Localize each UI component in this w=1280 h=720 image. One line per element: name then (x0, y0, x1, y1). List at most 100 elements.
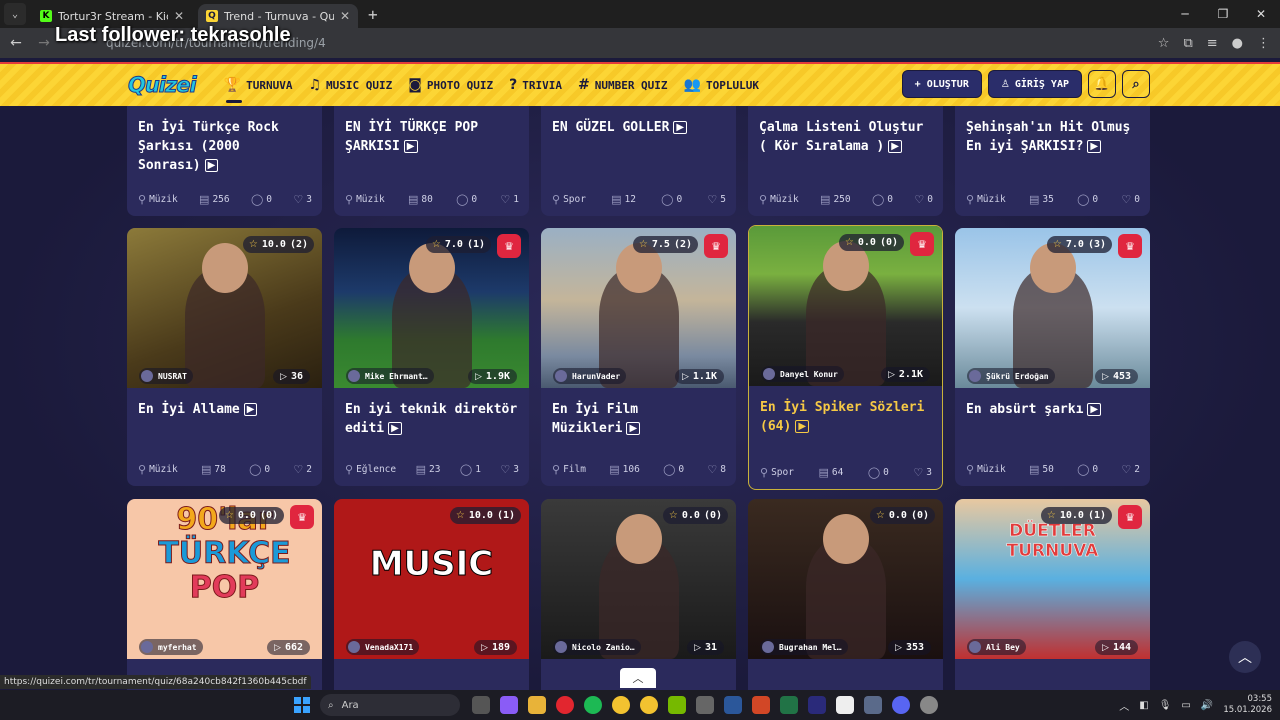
extensions-icon[interactable]: ⧉ (1183, 36, 1192, 51)
card-thumbnail[interactable]: ☆ 10.0 (2) NUSRAT ▷ 36 (127, 228, 322, 388)
card-title[interactable]: Çalma Listeni Oluştur ( Kör Sıralama ) ▶ (748, 106, 943, 156)
tournament-card[interactable]: Şehinşah'ın Hit Olmuş En iyi ŞARKISI? ▶ ⚲… (955, 106, 1150, 216)
like-count[interactable]: ♡ 3 (500, 463, 519, 476)
tournament-card[interactable]: ☆ 0.0 (0) Bugrahan Mel… ▷ 353 (748, 499, 943, 690)
card-title[interactable]: Şehinşah'ın Hit Olmuş En iyi ŞARKISI? ▶ (955, 106, 1150, 156)
taskbar-search[interactable]: ⌕ Ara (320, 694, 460, 716)
card-title[interactable]: En iyi teknik direktör editi ▶ (334, 388, 529, 438)
card-thumbnail[interactable]: ☆ 7.5 (2) ♛ HarunVader ▷ 1.1K (541, 228, 736, 388)
author-badge[interactable]: Şükrü Erdoğan (967, 368, 1055, 384)
tournament-card[interactable]: EN GÜZEL GOLLER ▶ ⚲ Spor ▤ 12 ◯ 0 ♡ 5 (541, 106, 736, 216)
author-badge[interactable]: VenadaX171 (346, 639, 420, 655)
powerpoint-icon[interactable] (752, 696, 770, 714)
like-count[interactable]: ♡ 0 (1121, 193, 1140, 206)
author-badge[interactable]: HarunVader (553, 368, 627, 384)
card-thumbnail[interactable]: ☆ 7.0 (3) ♛ Şükrü Erdoğan ▷ 453 (955, 228, 1150, 388)
card-title[interactable]: En absürt şarkı ▶ (955, 388, 1150, 419)
tournament-card[interactable]: ☆ 0.0 (0) ♛ Danyel Konur ▷ 2.1K En İyi Spik… (748, 225, 943, 490)
tournament-card[interactable]: 90'larTÜRKÇEPOP ☆0.0(0) ♛ myferhat ▷662 (127, 499, 322, 690)
file-explorer-icon[interactable] (528, 696, 546, 714)
task-view-icon[interactable] (472, 696, 490, 714)
card-thumbnail[interactable]: ☆ 0.0 (0) ♛ Danyel Konur ▷ 2.1K (749, 226, 942, 386)
nav-item-music-quiz[interactable]: ♫ MUSIC QUIZ (308, 63, 392, 107)
tournament-card[interactable]: ☆ 0.0 (0) Nicolo Zanio… ▷ 31 (541, 499, 736, 690)
nvidia-icon[interactable] (668, 696, 686, 714)
clock[interactable]: 03:55 15.01.2026 (1223, 694, 1272, 716)
tournament-card[interactable]: En İyi Türkçe Rock Şarkısı (2000 Sonrası… (127, 106, 322, 216)
forward-icon[interactable]: → (32, 35, 56, 51)
nav-item-turnuva[interactable]: 🏆 TURNUVA (224, 63, 292, 107)
mic-icon[interactable]: 🎙 (1159, 700, 1172, 711)
opera-icon[interactable] (556, 696, 574, 714)
tournament-card[interactable]: DÜETLER TURNUVA ☆ 10.0 (1) ♛ Ali Bey ▷ 144 (955, 499, 1150, 690)
create-button[interactable]: + OLUŞTUR (901, 70, 982, 98)
like-count[interactable]: ♡ 2 (293, 463, 312, 476)
volume-icon[interactable]: 🔊 (1201, 700, 1213, 711)
premiere-icon[interactable] (808, 696, 826, 714)
search-button[interactable]: ⌕ (1122, 70, 1150, 98)
network-icon[interactable]: ◧ (1139, 700, 1148, 711)
card-title[interactable]: En İyi Türkçe Rock Şarkısı (2000 Sonrası… (127, 106, 322, 175)
like-count[interactable]: ♡ 2 (1121, 463, 1140, 476)
card-title[interactable]: EN İYİ TÜRKÇE POP ŞARKISI ▶ (334, 106, 529, 156)
tournament-card[interactable]: MUSIC ☆ 10.0 (1) VenadaX171 ▷ 189 (334, 499, 529, 690)
windows-start-icon[interactable] (294, 697, 310, 713)
close-tab-icon[interactable]: ✕ (340, 9, 350, 23)
card-thumbnail[interactable]: 90'larTÜRKÇEPOP ☆0.0(0) ♛ myferhat ▷662 (127, 499, 322, 659)
card-title[interactable]: En İyi Film Müzikleri ▶ (541, 388, 736, 438)
back-icon[interactable]: ← (4, 35, 28, 51)
app-icon[interactable] (864, 696, 882, 714)
card-title[interactable]: EN GÜZEL GOLLER ▶ (541, 106, 736, 137)
menu-dots-icon[interactable]: ⋮ (1257, 36, 1270, 51)
like-count[interactable]: ♡ 8 (707, 463, 726, 476)
capcut-icon[interactable] (836, 696, 854, 714)
excel-icon[interactable] (780, 696, 798, 714)
tournament-card[interactable]: ☆ 10.0 (2) NUSRAT ▷ 36 En İyi Allame ▶ ⚲ Müzi… (127, 228, 322, 486)
scroll-to-top-button[interactable]: ︿ (1229, 641, 1261, 673)
card-thumbnail[interactable]: MUSIC ☆ 10.0 (1) VenadaX171 ▷ 189 (334, 499, 529, 659)
minimize-icon[interactable]: ─ (1166, 0, 1204, 28)
nav-item-number-quiz[interactable]: # NUMBER QUIZ (578, 63, 668, 107)
card-thumbnail[interactable]: DÜETLER TURNUVA ☆ 10.0 (1) ♛ Ali Bey ▷ 144 (955, 499, 1150, 659)
nav-item-topluluk[interactable]: 👥 TOPLULUK (684, 63, 759, 107)
new-tab-icon[interactable]: + (368, 5, 378, 24)
tournament-card[interactable]: ☆ 7.5 (2) ♛ HarunVader ▷ 1.1K En İyi Film M… (541, 228, 736, 486)
card-thumbnail[interactable]: ☆ 7.0 (1) ♛ Mike Ehrmant… ▷ 1.9K (334, 228, 529, 388)
card-title[interactable]: En İyi Spiker Sözleri (64) ▶ (749, 386, 942, 436)
tournament-card[interactable]: ☆ 7.0 (1) ♛ Mike Ehrmant… ▷ 1.9K En iyi tek… (334, 228, 529, 486)
like-count[interactable]: ♡ 3 (293, 193, 312, 206)
author-badge[interactable]: NUSRAT (139, 368, 193, 384)
author-badge[interactable]: Mike Ehrmant… (346, 368, 434, 384)
copilot-icon[interactable] (500, 696, 518, 714)
app-icon[interactable] (696, 696, 714, 714)
tournament-card[interactable]: Çalma Listeni Oluştur ( Kör Sıralama ) ▶ … (748, 106, 943, 216)
tab-search-button[interactable]: ⌄ (4, 3, 26, 25)
chrome-icon[interactable] (640, 696, 658, 714)
card-thumbnail[interactable]: ☆ 0.0 (0) Nicolo Zanio… ▷ 31 (541, 499, 736, 659)
discord-icon[interactable] (892, 696, 910, 714)
tournament-card[interactable]: EN İYİ TÜRKÇE POP ŞARKISI ▶ ⚲ Müzik ▤ 80 ◯ 0… (334, 106, 529, 216)
display-icon[interactable]: ▭ (1181, 700, 1190, 711)
bookmark-star-icon[interactable]: ☆ (1158, 36, 1170, 51)
like-count[interactable]: ♡ 5 (707, 193, 726, 206)
card-title[interactable]: En İyi Allame ▶ (127, 388, 322, 419)
chrome-icon[interactable] (612, 696, 630, 714)
profile-icon[interactable]: ● (1232, 36, 1243, 51)
maximize-icon[interactable]: ❐ (1204, 0, 1242, 28)
close-tab-icon[interactable]: ✕ (174, 9, 184, 23)
author-badge[interactable]: Nicolo Zanio… (553, 639, 641, 655)
author-badge[interactable]: Danyel Konur (761, 366, 844, 382)
login-button[interactable]: ♙ GİRİŞ YAP (987, 70, 1082, 98)
obs-icon[interactable] (920, 696, 938, 714)
quizei-logo[interactable]: Quizei (128, 73, 198, 98)
close-window-icon[interactable]: ✕ (1242, 0, 1280, 28)
nav-item-trivia[interactable]: ? TRIVIA (509, 63, 562, 107)
author-badge[interactable]: Bugrahan Mel… (760, 639, 848, 655)
like-count[interactable]: ♡ 3 (913, 466, 932, 479)
card-thumbnail[interactable]: ☆ 0.0 (0) Bugrahan Mel… ▷ 353 (748, 499, 943, 659)
reading-list-icon[interactable]: ≡ (1207, 36, 1218, 51)
tournament-card[interactable]: ☆ 7.0 (3) ♛ Şükrü Erdoğan ▷ 453 En absürt ş… (955, 228, 1150, 486)
like-count[interactable]: ♡ 0 (914, 193, 933, 206)
author-badge[interactable]: Ali Bey (967, 639, 1026, 655)
notification-bell-button[interactable]: 🔔 (1088, 70, 1116, 98)
